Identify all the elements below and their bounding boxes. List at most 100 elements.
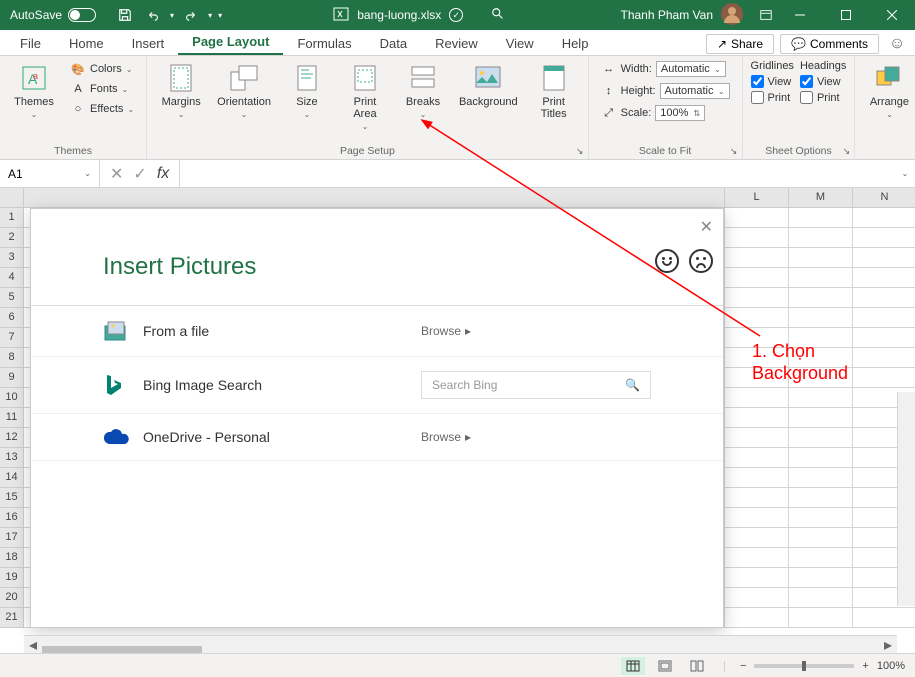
size-button[interactable]: Size⌄ — [281, 60, 333, 123]
tab-home[interactable]: Home — [55, 32, 118, 55]
row-header[interactable]: 1 — [0, 208, 24, 228]
cell[interactable] — [789, 608, 853, 628]
cell[interactable] — [789, 388, 853, 408]
row-header[interactable]: 15 — [0, 488, 24, 508]
zoom-in-button[interactable]: + — [862, 660, 868, 672]
comments-button[interactable]: 💬 Comments — [780, 34, 879, 54]
scale-launcher[interactable]: ↘ — [728, 145, 740, 157]
cell[interactable] — [725, 308, 789, 328]
row-header[interactable]: 20 — [0, 588, 24, 608]
name-box[interactable]: A1 ⌄ — [0, 160, 100, 187]
cell[interactable] — [725, 468, 789, 488]
cell[interactable] — [725, 548, 789, 568]
height-combo[interactable]: Automatic⌄ — [660, 83, 730, 99]
cell[interactable] — [725, 248, 789, 268]
cell[interactable] — [853, 328, 915, 348]
cell[interactable] — [725, 408, 789, 428]
tab-page-layout[interactable]: Page Layout — [178, 30, 283, 55]
cell[interactable] — [725, 428, 789, 448]
column-header[interactable]: L — [725, 188, 789, 208]
row-header[interactable]: 2 — [0, 228, 24, 248]
redo-dropdown-icon[interactable]: ▾ — [208, 11, 212, 20]
page-setup-launcher[interactable]: ↘ — [574, 145, 586, 157]
margins-button[interactable]: Margins⌄ — [155, 60, 207, 123]
row-header[interactable]: 8 — [0, 348, 24, 368]
feedback-smile-icon[interactable] — [655, 249, 679, 273]
column-header[interactable]: N — [853, 188, 915, 208]
cell[interactable] — [789, 288, 853, 308]
feedback-icon[interactable]: ☺ — [885, 32, 909, 56]
zoom-level[interactable]: 100% — [877, 660, 905, 672]
cell[interactable] — [725, 268, 789, 288]
cell[interactable] — [789, 488, 853, 508]
undo-dropdown-icon[interactable]: ▾ — [170, 11, 174, 20]
zoom-out-button[interactable]: − — [740, 660, 746, 672]
row-header[interactable]: 7 — [0, 328, 24, 348]
row-headers[interactable]: 123456789101112131415161718192021 — [0, 208, 24, 628]
cell[interactable] — [725, 208, 789, 228]
cell[interactable] — [853, 348, 915, 368]
cell[interactable] — [725, 568, 789, 588]
tab-help[interactable]: Help — [548, 32, 603, 55]
ribbon-display-icon[interactable] — [755, 4, 777, 26]
cell[interactable] — [789, 308, 853, 328]
select-all-corner[interactable] — [0, 188, 24, 208]
cell[interactable] — [789, 528, 853, 548]
sheet-options-launcher[interactable]: ↘ — [840, 145, 852, 157]
cell[interactable] — [789, 208, 853, 228]
page-break-view-icon[interactable] — [685, 657, 709, 675]
search-icon[interactable] — [491, 7, 505, 24]
scroll-left-icon[interactable]: ◂ — [24, 635, 42, 655]
fonts-button[interactable]: AFonts ⌄ — [66, 80, 138, 98]
row-header[interactable]: 3 — [0, 248, 24, 268]
tab-review[interactable]: Review — [421, 32, 492, 55]
cell[interactable] — [725, 228, 789, 248]
toggle-switch[interactable] — [68, 8, 96, 22]
cell[interactable] — [725, 508, 789, 528]
tab-view[interactable]: View — [492, 32, 548, 55]
row-header[interactable]: 12 — [0, 428, 24, 448]
row-header[interactable]: 19 — [0, 568, 24, 588]
themes-button[interactable]: Aa Themes⌄ — [8, 60, 60, 123]
cell[interactable] — [789, 568, 853, 588]
from-file-browse-button[interactable]: Browse ▸ — [421, 324, 651, 338]
feedback-sad-icon[interactable] — [689, 249, 713, 273]
cell[interactable] — [853, 308, 915, 328]
row-header[interactable]: 18 — [0, 548, 24, 568]
cell[interactable] — [725, 608, 789, 628]
row-header[interactable]: 13 — [0, 448, 24, 468]
cell[interactable] — [789, 428, 853, 448]
qat-customize-icon[interactable]: ▾ — [218, 11, 222, 20]
row-header[interactable]: 21 — [0, 608, 24, 628]
cell[interactable] — [789, 228, 853, 248]
gridlines-print-checkbox[interactable]: Print — [751, 91, 794, 104]
cell[interactable] — [789, 408, 853, 428]
cell[interactable] — [789, 548, 853, 568]
autosave-toggle[interactable]: AutoSave — [0, 8, 106, 22]
cell[interactable] — [853, 268, 915, 288]
row-header[interactable]: 6 — [0, 308, 24, 328]
normal-view-icon[interactable] — [621, 657, 645, 675]
cell[interactable] — [789, 268, 853, 288]
maximize-button[interactable] — [823, 0, 869, 30]
cell[interactable] — [789, 588, 853, 608]
cell[interactable] — [853, 208, 915, 228]
dialog-close-button[interactable]: ✕ — [700, 217, 713, 237]
tab-file[interactable]: File — [6, 32, 55, 55]
row-header[interactable]: 16 — [0, 508, 24, 528]
accept-formula-icon[interactable]: ✓ — [133, 164, 146, 184]
fx-icon[interactable]: fx — [157, 165, 169, 183]
bing-row[interactable]: Bing Image Search Search Bing 🔍 — [31, 356, 723, 413]
colors-button[interactable]: 🎨Colors ⌄ — [66, 60, 138, 78]
cell[interactable] — [789, 448, 853, 468]
row-header[interactable]: 4 — [0, 268, 24, 288]
cell[interactable] — [853, 368, 915, 388]
cell[interactable] — [853, 228, 915, 248]
background-button[interactable]: Background — [455, 60, 522, 110]
width-combo[interactable]: Automatic⌄ — [656, 61, 726, 77]
user-area[interactable]: Thanh Pham Van — [608, 3, 755, 28]
page-layout-view-icon[interactable] — [653, 657, 677, 675]
cell[interactable] — [789, 508, 853, 528]
row-header[interactable]: 11 — [0, 408, 24, 428]
print-titles-button[interactable]: Print Titles — [528, 60, 580, 122]
